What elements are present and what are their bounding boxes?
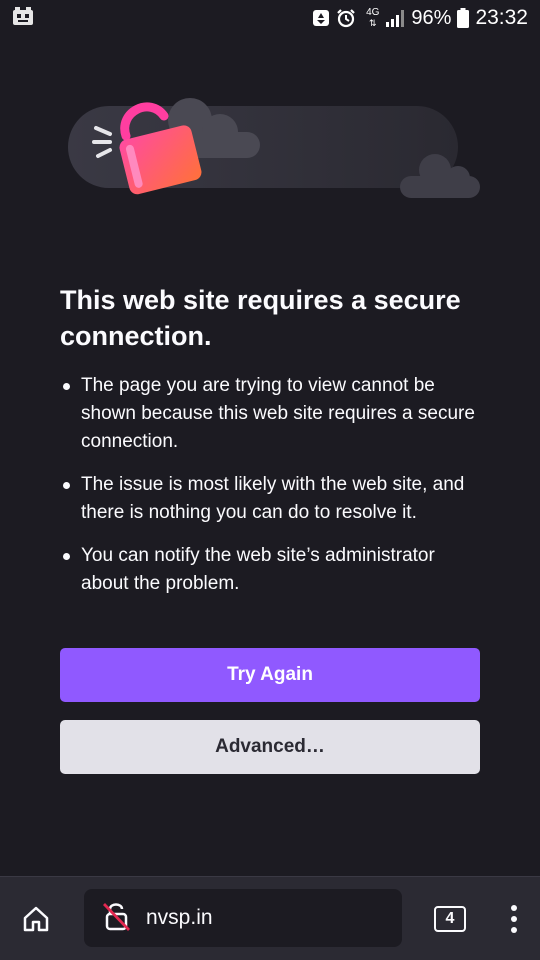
list-item: The page you are trying to view cannot b… — [60, 372, 484, 456]
network-type: 4G ⇅ — [366, 7, 380, 29]
home-button[interactable] — [16, 897, 56, 941]
url-text: nvsp.in — [146, 906, 213, 929]
list-item: The issue is most likely with the web si… — [60, 471, 484, 527]
overflow-menu-icon — [511, 905, 517, 933]
app-notification-icon — [12, 6, 34, 31]
recycle-icon — [312, 9, 330, 27]
home-icon — [23, 906, 49, 932]
error-reasons-list: The page you are trying to view cannot b… — [60, 372, 484, 598]
overflow-menu-button[interactable] — [500, 901, 528, 937]
battery-icon — [457, 8, 470, 28]
tabs-button[interactable]: 4 — [434, 906, 466, 932]
tab-count: 4 — [445, 910, 455, 927]
battery-percent: 96% — [411, 6, 452, 29]
error-content: This web site requires a secure connecti… — [60, 282, 484, 613]
signal-icon — [385, 9, 405, 27]
error-title: This web site requires a secure connecti… — [60, 285, 461, 351]
broken-padlock-illustration — [60, 92, 490, 212]
browser-toolbar: nvsp.in 4 — [0, 876, 540, 960]
advanced-button[interactable]: Advanced… — [60, 720, 480, 774]
network-label: 4G — [366, 7, 380, 18]
alarm-icon — [336, 8, 356, 28]
list-item: You can notify the web site’s administra… — [60, 542, 484, 598]
insecure-lock-icon[interactable] — [102, 900, 132, 937]
clock: 23:32 — [475, 6, 528, 29]
url-bar[interactable]: nvsp.in — [84, 889, 402, 947]
try-again-button[interactable]: Try Again — [60, 648, 480, 702]
status-bar: 4G ⇅ 96% 23:32 — [0, 0, 540, 36]
